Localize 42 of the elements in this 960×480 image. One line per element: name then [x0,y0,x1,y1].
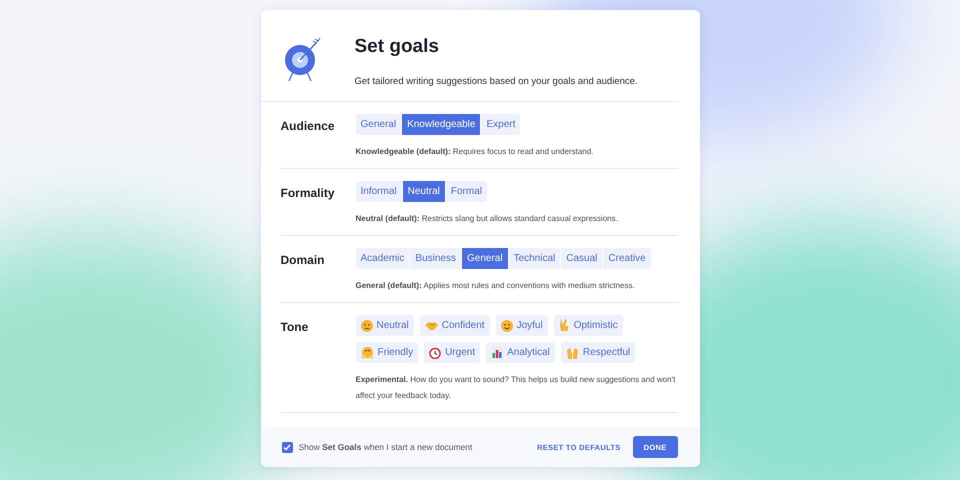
section-description: Knowledgeable (default): Requires focus to read and understand. [356,146,594,158]
option-button[interactable]: Academic [356,248,410,269]
tone-chip[interactable]: Optimistic [554,315,623,336]
section-label: Audience [280,118,336,135]
option-button[interactable]: General [462,248,508,269]
peace-hand-icon [558,319,570,332]
tone-chip[interactable]: Neutral [356,315,414,336]
option-button[interactable]: Expert [481,114,520,135]
face-icon [360,320,372,332]
checkmark-icon [283,444,291,450]
option-button[interactable]: Creative [603,248,651,269]
tone-chip[interactable]: Friendly [356,342,418,363]
option-button[interactable]: Casual [561,248,602,269]
target-icon [282,38,320,82]
dialog-title: Set goals [354,36,440,58]
section-description: General (default): Applies most rules and conventions with medium strictness. [356,280,636,292]
section-label: Domain [280,252,326,269]
option-button[interactable]: Formal [446,181,487,202]
checkbox-label: Show Set Goals when I start a new document [298,442,472,452]
section-label: Formality [280,185,336,202]
hugging-face-icon [360,346,374,358]
tone-chip[interactable]: Urgent [424,342,480,363]
bar-chart-icon [491,346,504,358]
tone-chip[interactable]: Analytical [486,342,555,363]
smiling-face-icon [500,320,513,332]
option-button[interactable]: Technical [508,248,560,269]
section-description: Neutral (default): Restricts slang but allows standard casual expressions. [356,213,619,225]
option-button[interactable]: Informal [356,181,402,202]
tone-chip[interactable]: Joyful [496,315,548,336]
dialog-subtitle: Get tailored writing suggestions based on your goals and audience. [354,76,638,87]
checkbox[interactable] [282,442,292,452]
option-button[interactable]: Neutral [402,181,445,202]
alarm-clock-icon [429,346,442,358]
raised-hands-icon [566,346,579,358]
tone-chip[interactable]: Respectful [560,342,636,363]
tone-chip[interactable]: Confident [420,315,490,336]
section-description: Experimental. How do you want to sound? This helps us build new suggestions and won't affect your feedback today. [356,374,676,402]
handshake-icon [424,320,438,332]
option-button[interactable]: Business [410,248,461,269]
option-button[interactable]: Knowledgeable [402,114,480,135]
option-button[interactable]: General [356,114,402,135]
section-label: Tone [280,319,310,336]
